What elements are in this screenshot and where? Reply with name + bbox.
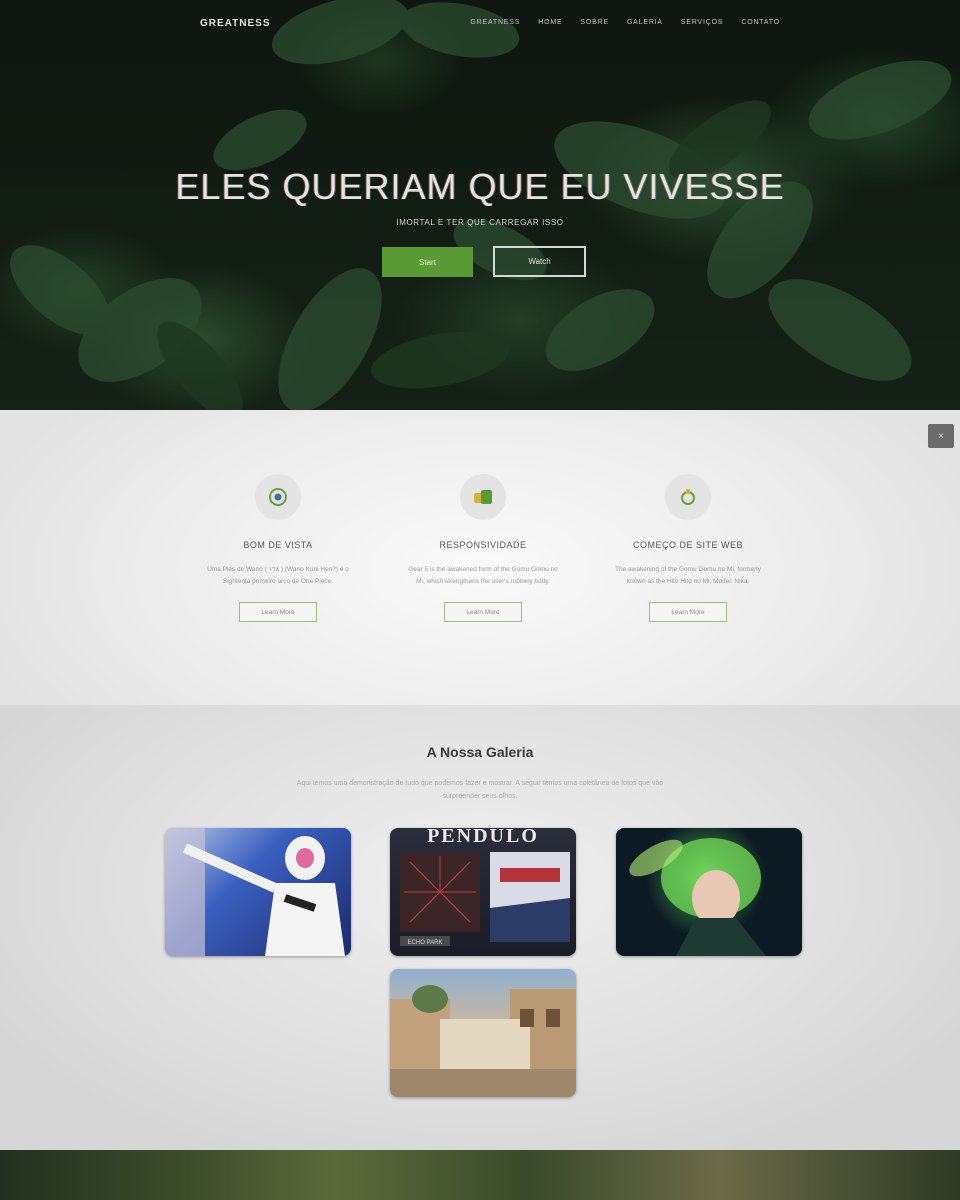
nav-item-sobre[interactable]: SOBRE [580,19,609,26]
close-icon[interactable]: × [928,424,954,448]
features-section: × BOM DE VISTA Uma Pies de Wano ( ١٦٨ ) … [0,410,960,705]
nav-item-contato[interactable]: CONTATO [741,19,780,26]
learn-more-button[interactable]: Learn More [444,602,522,622]
nav-item-home[interactable]: HOME [538,19,562,26]
feature-card-comeco-de-site-web: COMEÇO DE SITE WEB The awakening of the … [603,474,773,622]
learn-more-button[interactable]: Learn More [649,602,727,622]
nav-item-greatness[interactable]: GREATNESS [470,19,520,26]
feature-text: The awakening of the Gomu Gomu no Mi, fo… [615,566,761,585]
top-navbar: GREATNESS GREATNESS HOME SOBRE GALERIA S… [0,0,960,48]
gallery-image-pendulo[interactable]: PENDULO ECHO PARK [390,828,576,956]
nav-item-servicos[interactable]: SERVIÇOS [681,19,723,26]
pendulo-title-text: PENDULO [427,828,539,847]
feature-title: COMEÇO DE SITE WEB [632,540,743,550]
feature-card-responsividade: RESPONSIVIDADE Gear 5 is the awakened fo… [398,474,568,622]
start-button[interactable]: Start [382,247,473,277]
feature-text: Uma Pies de Wano ( ١٦٨ ) (Wano Kuni Hen?… [207,566,349,585]
gallery-description: Aqui temos uma demonstração de tudo que … [296,780,664,800]
footer-image-strip [0,1150,960,1200]
feature-text: Gear 5 is the awakened form of the Gomu … [408,566,558,585]
devices-icon [460,474,506,520]
nav-menu: GREATNESS HOME SOBRE GALERIA SERVIÇOS CO… [470,19,780,26]
gallery-image-city-street[interactable] [390,969,576,1097]
hero-section: GREATNESS GREATNESS HOME SOBRE GALERIA S… [0,0,960,410]
watch-button[interactable]: Watch [493,246,586,277]
gallery-image-spider-gwen[interactable] [165,828,351,956]
eye-icon [255,474,301,520]
gallery-section: A Nossa Galeria Aqui temos uma demonstra… [0,705,960,1150]
nav-item-galeria[interactable]: GALERIA [627,19,663,26]
learn-more-button[interactable]: Learn More [239,602,317,622]
hero-title: ELES QUERIAM QUE EU VIVESSE [175,166,785,207]
feature-title: BOM DE VISTA [243,540,313,550]
brand-logo[interactable]: GREATNESS [200,18,271,29]
feature-card-bom-de-vista: BOM DE VISTA Uma Pies de Wano ( ١٦٨ ) (W… [193,474,363,622]
hero-subtitle: IMORTAL E TER QUE CARREGAR ISSO [396,218,564,227]
pendulo-caption: ECHO PARK [408,940,443,946]
feature-title: RESPONSIVIDADE [439,540,527,550]
web-icon [665,474,711,520]
gallery-title: A Nossa Galeria [426,744,534,760]
gallery-image-green-hair-champion[interactable] [616,828,802,956]
